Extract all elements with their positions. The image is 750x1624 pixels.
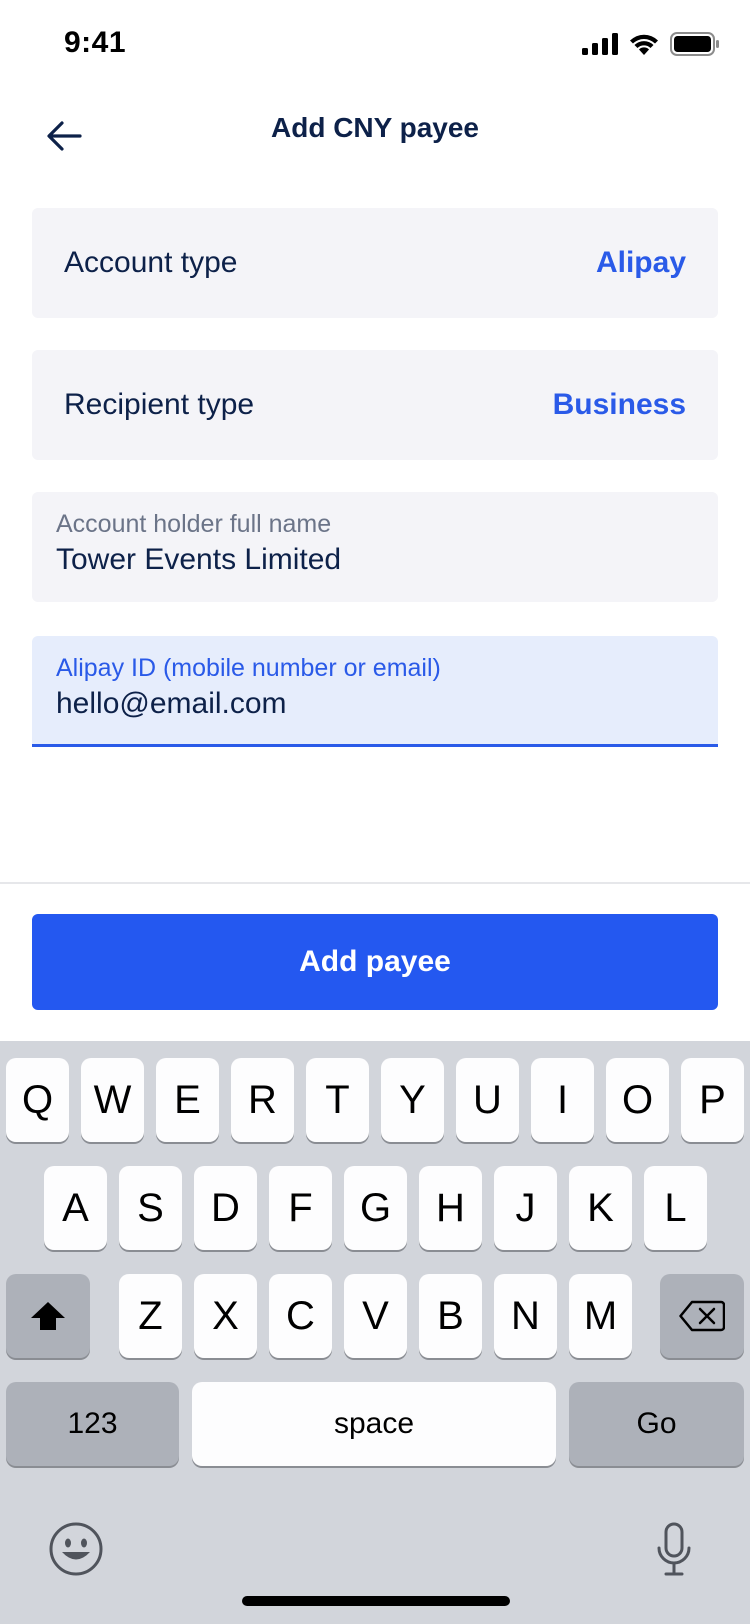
key-n[interactable]: N xyxy=(494,1274,557,1358)
key-w[interactable]: W xyxy=(81,1058,144,1142)
holder-name-label: Account holder full name xyxy=(56,510,332,538)
key-f[interactable]: F xyxy=(269,1166,332,1250)
key-r[interactable]: R xyxy=(231,1058,294,1142)
add-payee-button[interactable]: Add payee xyxy=(32,914,718,1010)
key-j[interactable]: J xyxy=(494,1166,557,1250)
status-time: 9:41 xyxy=(64,26,127,59)
backspace-key[interactable] xyxy=(660,1274,744,1358)
key-p[interactable]: P xyxy=(681,1058,744,1142)
page-title: Add CNY payee xyxy=(271,112,479,143)
key-t[interactable]: T xyxy=(306,1058,369,1142)
shift-icon xyxy=(31,1302,65,1330)
cellular-signal-icon xyxy=(582,33,618,55)
key-d[interactable]: D xyxy=(194,1166,257,1250)
key-e[interactable]: E xyxy=(156,1058,219,1142)
alipay-id-value[interactable]: hello@email.com xyxy=(56,687,694,721)
key-l[interactable]: L xyxy=(644,1166,707,1250)
key-y[interactable]: Y xyxy=(381,1058,444,1142)
status-bar: 9:41 xyxy=(0,0,750,90)
key-a[interactable]: A xyxy=(44,1166,107,1250)
key-g[interactable]: G xyxy=(344,1166,407,1250)
go-key[interactable]: Go xyxy=(569,1382,744,1466)
key-h[interactable]: H xyxy=(419,1166,482,1250)
keyboard: Q W E R T Y U I O P A S D F G H J K L Z … xyxy=(0,1041,750,1624)
key-s[interactable]: S xyxy=(119,1166,182,1250)
key-x[interactable]: X xyxy=(194,1274,257,1358)
emoji-button[interactable] xyxy=(46,1519,106,1579)
home-indicator xyxy=(242,1596,510,1606)
recipient-type-label: Recipient type xyxy=(64,388,255,421)
key-z[interactable]: Z xyxy=(119,1274,182,1358)
recipient-type-selector[interactable]: Recipient type Business xyxy=(32,350,718,460)
divider xyxy=(0,882,750,884)
holder-name-field[interactable]: Account holder full name Tower Events Li… xyxy=(32,492,718,602)
numbers-key[interactable]: 123 xyxy=(6,1382,179,1466)
battery-icon xyxy=(670,32,719,56)
emoji-icon xyxy=(49,1522,103,1576)
key-v[interactable]: V xyxy=(344,1274,407,1358)
recipient-type-value: Business xyxy=(552,388,686,421)
status-icons xyxy=(582,32,720,56)
key-q[interactable]: Q xyxy=(6,1058,69,1142)
key-k[interactable]: K xyxy=(569,1166,632,1250)
backspace-icon xyxy=(679,1300,725,1332)
key-c[interactable]: C xyxy=(269,1274,332,1358)
key-o[interactable]: O xyxy=(606,1058,669,1142)
account-type-selector[interactable]: Account type Alipay xyxy=(32,208,718,318)
shift-key[interactable] xyxy=(6,1274,90,1358)
alipay-id-label: Alipay ID (mobile number or email) xyxy=(56,654,441,682)
alipay-id-field[interactable]: Alipay ID (mobile number or email) hello… xyxy=(32,636,718,747)
space-key[interactable]: space xyxy=(192,1382,556,1466)
key-u[interactable]: U xyxy=(456,1058,519,1142)
nav-bar: Add CNY payee xyxy=(0,90,750,190)
key-b[interactable]: B xyxy=(419,1274,482,1358)
microphone-button[interactable] xyxy=(644,1519,704,1581)
key-m[interactable]: M xyxy=(569,1274,632,1358)
holder-name-value[interactable]: Tower Events Limited xyxy=(56,543,694,577)
key-i[interactable]: I xyxy=(531,1058,594,1142)
wifi-icon xyxy=(630,34,658,55)
account-type-label: Account type xyxy=(64,246,238,279)
microphone-icon xyxy=(657,1522,691,1576)
account-type-value: Alipay xyxy=(595,246,686,279)
